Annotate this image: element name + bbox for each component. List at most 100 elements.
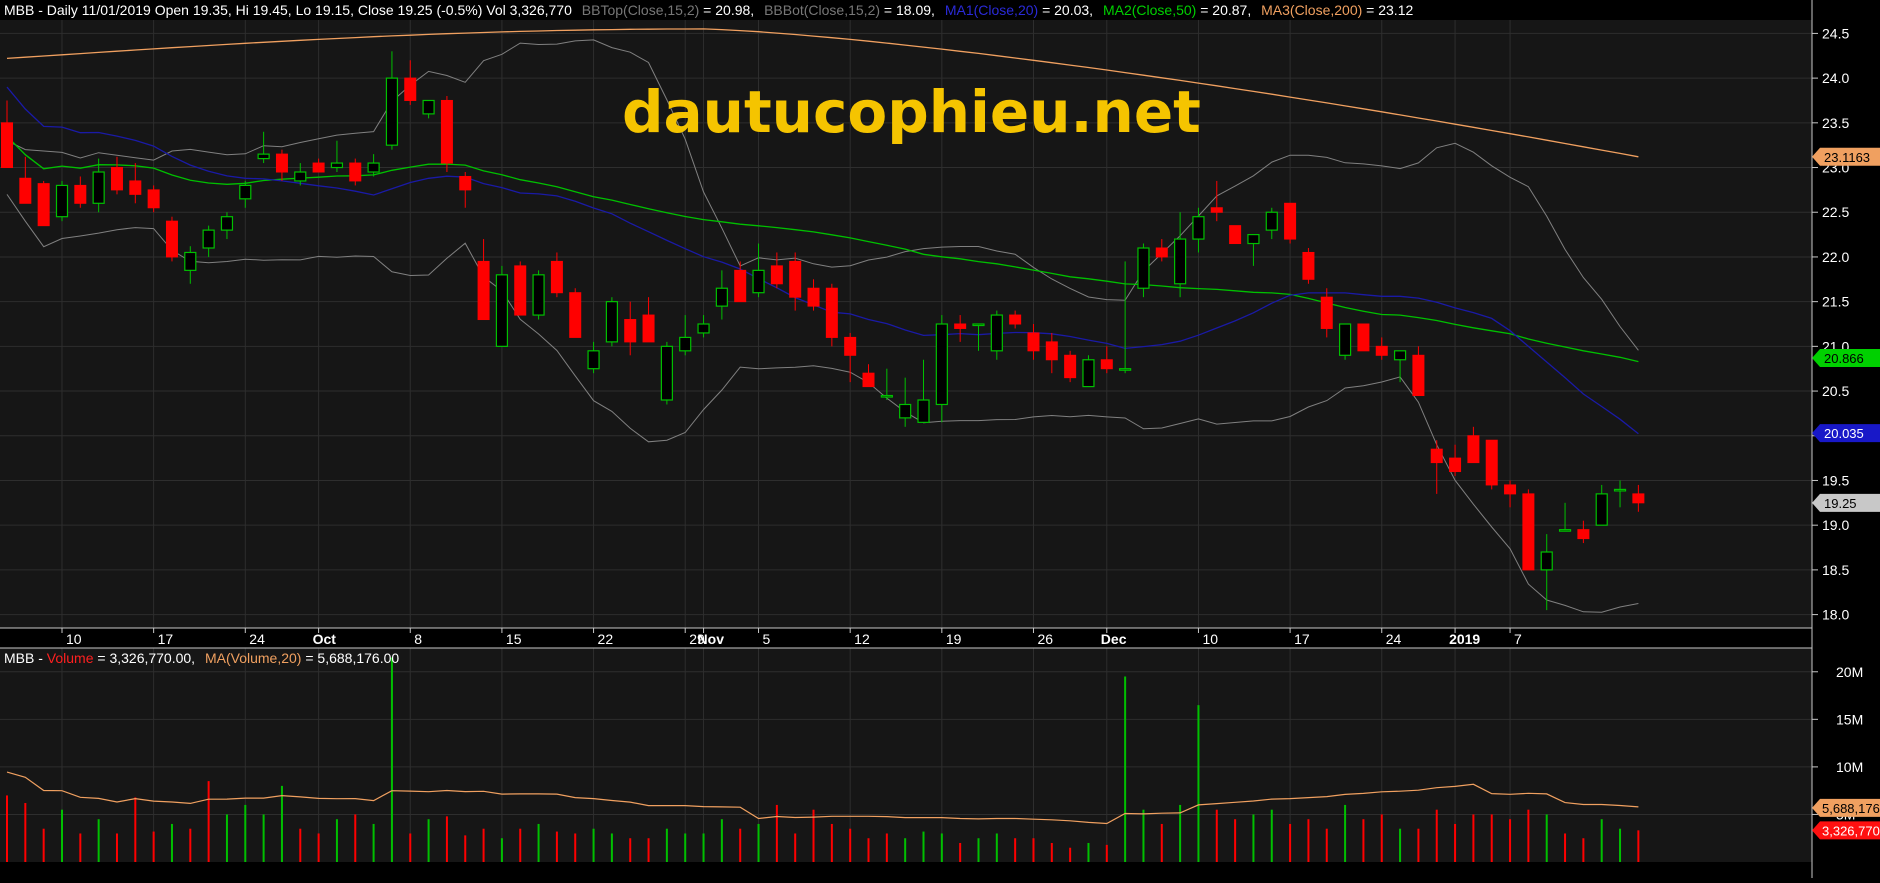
candle-body	[147, 189, 160, 209]
candle-body	[459, 175, 472, 191]
mavol-value: = 5,688,176.00	[301, 650, 399, 666]
candle-body	[257, 153, 270, 160]
candle[interactable]	[440, 96, 453, 172]
price-tick-label: 24.5	[1822, 25, 1849, 41]
volume-ma-badge: 5,688,176	[1812, 798, 1880, 817]
candle-body	[1284, 202, 1297, 240]
price-tick-label: 24.0	[1822, 70, 1849, 86]
candle-body	[1192, 216, 1205, 240]
candle-body	[385, 77, 399, 146]
candle-body	[1064, 354, 1077, 379]
candle[interactable]	[147, 185, 160, 213]
candle[interactable]	[1302, 248, 1315, 284]
candle-body	[880, 394, 893, 398]
candle-body	[1229, 225, 1242, 245]
volume-ma-badge-text: 5,688,176	[1822, 801, 1880, 816]
ma20-badge: 20.035	[1812, 424, 1880, 443]
candle[interactable]	[825, 283, 838, 347]
close-badge: 19.25	[1812, 493, 1880, 512]
candle-body	[330, 162, 344, 169]
date-tick-label: 2019	[1449, 631, 1480, 647]
price-header-prefix: MBB - Daily 11/01/2019 Open 19.35, Hi 19…	[4, 2, 572, 18]
candle[interactable]	[532, 270, 545, 320]
candle[interactable]	[349, 158, 362, 186]
candle-body	[294, 171, 307, 182]
candle-body	[569, 292, 582, 338]
candle-body	[312, 162, 325, 173]
ma1-value: = 20.03,	[1038, 2, 1093, 18]
bbbot-label: BBBot(Close,15,2)	[764, 2, 880, 18]
candle-body	[972, 323, 985, 327]
stock-chart[interactable]: 24.524.023.523.022.522.021.521.020.520.0…	[0, 0, 1880, 878]
date-tick-label: 19	[946, 631, 962, 647]
candle-body	[954, 323, 967, 329]
candle[interactable]	[514, 261, 527, 316]
candle[interactable]	[569, 288, 582, 338]
candle-body	[422, 99, 435, 115]
mavol-label: MA(Volume,20)	[205, 650, 301, 666]
candle-body	[587, 350, 600, 370]
date-tick-label: 10	[66, 631, 82, 647]
candle-body	[825, 287, 838, 338]
candle-body	[1265, 211, 1278, 231]
date-tick-label: 7	[1514, 631, 1522, 647]
candle-body	[624, 319, 637, 343]
candle[interactable]	[1338, 323, 1352, 360]
candle-body	[74, 184, 87, 204]
candle-body	[862, 372, 875, 388]
volume-tick-label: 10M	[1836, 759, 1863, 775]
candle-body	[789, 260, 802, 298]
candle[interactable]	[1064, 350, 1077, 383]
candle-body	[917, 399, 930, 423]
candle-body	[1, 122, 13, 169]
candle-body	[844, 336, 857, 356]
candle-body	[1522, 493, 1535, 571]
candle-body	[1449, 457, 1462, 473]
date-tick-label: 17	[158, 631, 174, 647]
date-tick-label: 26	[1037, 631, 1053, 647]
candle-body	[807, 287, 820, 307]
candle-body	[477, 260, 490, 321]
candle-body	[679, 336, 692, 352]
date-tick-label: Dec	[1101, 631, 1127, 647]
bbbot-value: = 18.09,	[880, 2, 935, 18]
candle[interactable]	[55, 180, 69, 222]
price-tick-label: 21.5	[1822, 294, 1849, 310]
candle[interactable]	[1229, 225, 1242, 245]
candle-body	[1320, 296, 1333, 329]
candle-body	[1357, 323, 1370, 352]
candle[interactable]	[165, 216, 178, 262]
candle-body	[404, 77, 417, 101]
price-tick-label: 23.5	[1822, 115, 1849, 131]
candle-body	[715, 287, 728, 307]
candle[interactable]	[660, 341, 673, 405]
candle-body	[1595, 493, 1608, 526]
candle-body	[550, 260, 563, 294]
ma50-badge-text: 20.866	[1824, 351, 1864, 366]
candle[interactable]	[37, 180, 50, 227]
candle[interactable]	[1284, 202, 1297, 244]
date-tick-label: 24	[249, 631, 265, 647]
price-tick-label: 19.5	[1822, 472, 1849, 488]
candle[interactable]	[605, 297, 618, 347]
ma200-badge-text: 23.1163	[1824, 150, 1870, 165]
candle-body	[1174, 238, 1187, 285]
volume-panel[interactable]	[0, 648, 1812, 862]
price-tick-label: 22.5	[1822, 204, 1849, 220]
candle[interactable]	[495, 265, 509, 347]
candle[interactable]	[1357, 323, 1370, 352]
candle-body	[495, 274, 509, 347]
candle[interactable]	[1082, 355, 1095, 388]
candle-body	[935, 323, 948, 406]
candle[interactable]	[1485, 439, 1498, 490]
candle-body	[1540, 551, 1553, 571]
ma20-badge-text: 20.035	[1824, 426, 1864, 441]
candle-body	[899, 403, 912, 419]
candle[interactable]	[1522, 489, 1535, 571]
price-tick-label: 18.0	[1822, 607, 1849, 623]
candle-body	[1119, 368, 1132, 371]
volume-tick-label: 15M	[1836, 711, 1863, 727]
date-tick-label: 15	[506, 631, 522, 647]
candle-body	[1155, 247, 1168, 258]
ma3-label: MA3(Close,200)	[1261, 2, 1362, 18]
